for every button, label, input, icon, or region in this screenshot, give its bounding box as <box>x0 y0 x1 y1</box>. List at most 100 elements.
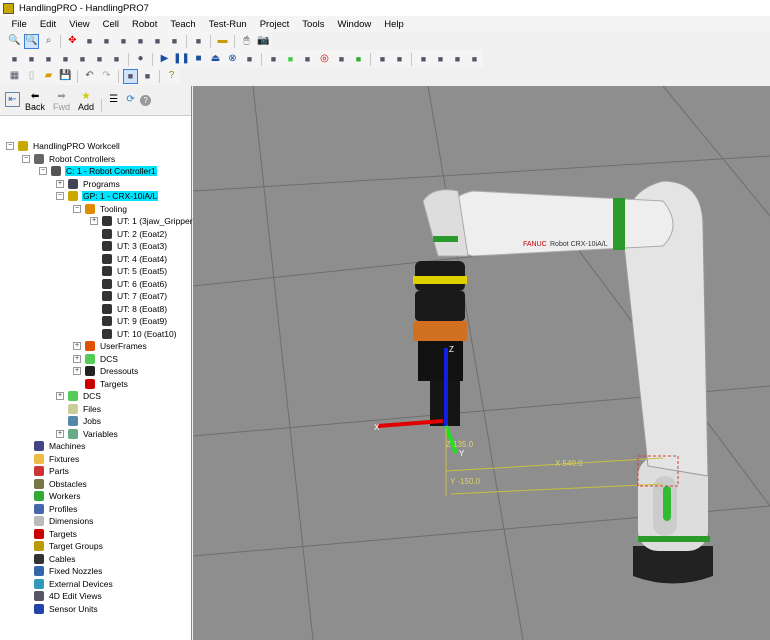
grid-icon[interactable]: ▦ <box>7 69 22 84</box>
expand-icon[interactable]: + <box>73 367 81 375</box>
tree-item[interactable]: + Programs <box>56 178 121 190</box>
online-icon[interactable]: ■ <box>450 52 465 67</box>
workers-group-icon[interactable]: ■ <box>75 52 90 67</box>
zoom-fit-icon[interactable]: ⌕ <box>41 34 56 49</box>
measure-icon[interactable]: ■ <box>392 52 407 67</box>
help-icon[interactable]: ? <box>140 95 152 106</box>
online-arrow-icon[interactable]: ■ <box>433 52 448 67</box>
tree-item[interactable]: External Devices <box>34 578 114 590</box>
tree-item[interactable]: Sensor Units <box>34 603 99 615</box>
tree-item[interactable]: + UT: 1 (3jaw_Gripper) <box>90 215 196 227</box>
tree-item[interactable]: Machines <box>34 440 86 452</box>
undo-icon[interactable]: ↶ <box>82 69 97 84</box>
move-icon[interactable]: ✥ <box>65 34 80 49</box>
tree-item[interactable]: Files <box>68 403 102 415</box>
tree-item[interactable]: − Robot Controllers <box>22 153 116 165</box>
tree-item[interactable]: UT: 3 (Eoat3) <box>102 240 168 252</box>
library-icon[interactable]: ■ <box>140 69 155 84</box>
expand-icon[interactable]: + <box>56 392 64 400</box>
stop-icon[interactable]: ■ <box>191 52 206 67</box>
mouse-icon[interactable]: 🖱 <box>239 34 254 49</box>
expand-icon[interactable]: + <box>73 354 81 363</box>
tree-item[interactable]: Parts <box>34 465 70 477</box>
refresh-icon[interactable]: ■ <box>300 52 315 67</box>
tree-item[interactable]: UT: 7 (Eoat7) <box>102 290 168 302</box>
tree-item[interactable]: Jobs <box>68 415 102 427</box>
tree-options-icon[interactable]: ☰ <box>106 92 121 107</box>
tree-item[interactable]: + Dressouts <box>73 365 139 377</box>
hand-icon[interactable]: ■ <box>375 52 390 67</box>
redo-icon[interactable]: ↷ <box>99 69 114 84</box>
play-icon[interactable]: ▶ <box>157 52 172 67</box>
snapshot-icon[interactable]: 📷 <box>256 34 271 49</box>
tree-item[interactable]: Workers <box>34 490 82 502</box>
tree-item[interactable]: UT: 4 (Eoat4) <box>102 253 168 265</box>
tree-item[interactable]: Fixed Nozzles <box>34 565 103 577</box>
tree-item[interactable]: − Tooling <box>73 203 128 215</box>
pan-icon[interactable]: ■ <box>82 34 97 49</box>
expand-icon[interactable]: + <box>90 217 98 225</box>
collapse-icon[interactable]: − <box>73 204 81 213</box>
dcs-icon[interactable]: ■ <box>283 52 298 67</box>
menu-robot[interactable]: Robot <box>125 19 163 30</box>
menu-file[interactable]: File <box>5 19 33 30</box>
jog-icon[interactable]: ■ <box>116 34 131 49</box>
pause-icon[interactable]: ❚❚ <box>173 52 190 67</box>
link-icon[interactable]: ■ <box>150 34 165 49</box>
path-icon[interactable]: ■ <box>58 52 73 67</box>
expand-icon[interactable]: + <box>56 429 64 438</box>
new-icon[interactable]: ▯ <box>24 69 39 84</box>
tree-item[interactable]: UT: 8 (Eoat8) <box>102 303 168 315</box>
menu-window[interactable]: Window <box>331 19 378 30</box>
pick-icon[interactable]: ■ <box>24 52 39 67</box>
tree-item[interactable]: UT: 2 (Eoat2) <box>102 228 168 240</box>
tree-item[interactable]: Dimensions <box>34 515 94 527</box>
robot-view-icon[interactable]: ■ <box>99 34 114 49</box>
menu-view[interactable]: View <box>63 19 96 30</box>
unlink-icon[interactable]: ■ <box>167 34 182 49</box>
tree-item[interactable]: UT: 6 (Eoat6) <box>102 278 168 290</box>
workers-icon[interactable]: ■ <box>92 52 107 67</box>
person-icon[interactable]: ■ <box>351 52 366 67</box>
io-icon[interactable]: ■ <box>266 52 281 67</box>
menu-tools[interactable]: Tools <box>296 19 331 30</box>
tree-item[interactable]: Target Groups <box>34 540 104 552</box>
expand-icon[interactable]: + <box>56 179 64 188</box>
menu-cell[interactable]: Cell <box>96 19 125 30</box>
tree-item[interactable]: UT: 5 (Eoat5) <box>102 265 168 277</box>
record-icon[interactable]: ● <box>133 52 148 67</box>
jog-plus-icon[interactable]: ■ <box>133 34 148 49</box>
place-icon[interactable]: ■ <box>41 52 56 67</box>
tree-item[interactable]: Targets <box>85 378 129 390</box>
tree-item[interactable]: + DCS <box>56 390 102 402</box>
tree-io-icon[interactable]: ■ <box>416 52 431 67</box>
3d-viewport[interactable]: FANUC Robot CRX-10iA/L Z X Y Z 135.0 X 5… <box>193 86 770 640</box>
back-button[interactable]: ⬅ Back <box>25 91 45 112</box>
save-icon[interactable]: 💾 <box>58 69 73 84</box>
menu-test-run[interactable]: Test-Run <box>202 19 253 30</box>
ruler-icon[interactable]: ▬ <box>215 34 230 49</box>
tree-item[interactable]: Targets <box>34 528 78 540</box>
forward-button[interactable]: ➡ Fwd <box>53 91 70 112</box>
tree-item[interactable]: − HandlingPRO Workcell <box>6 140 121 152</box>
tree-item[interactable]: Obstacles <box>34 478 88 490</box>
collapse-icon[interactable]: − <box>6 142 14 150</box>
display-icon[interactable]: ■ <box>242 52 257 67</box>
zoom-in-icon[interactable]: 🔍 <box>7 34 22 49</box>
zoom-window-icon[interactable]: 🔍 <box>24 33 39 49</box>
collapse-icon[interactable]: − <box>56 192 64 200</box>
tree-item[interactable]: + Variables <box>56 428 119 440</box>
add-button[interactable]: ★ Add <box>78 91 94 112</box>
tree-item[interactable]: Fixtures <box>34 453 80 465</box>
collapse-panel-icon[interactable]: ⇤ <box>5 92 20 107</box>
flashlight-icon[interactable]: ■ <box>7 52 22 67</box>
refresh-icon[interactable]: ⟳ <box>123 92 138 107</box>
menu-edit[interactable]: Edit <box>33 19 62 30</box>
tree-item[interactable]: − GP: 1 - CRX-10iA/L <box>56 190 159 202</box>
tree-item[interactable]: + DCS <box>73 353 119 365</box>
tree-item[interactable]: Profiles <box>34 503 78 515</box>
signal-icon[interactable]: ■ <box>334 52 349 67</box>
tree-item[interactable]: Cables <box>34 553 76 565</box>
menu-teach[interactable]: Teach <box>164 19 202 30</box>
target-icon[interactable]: ◎ <box>317 52 332 67</box>
